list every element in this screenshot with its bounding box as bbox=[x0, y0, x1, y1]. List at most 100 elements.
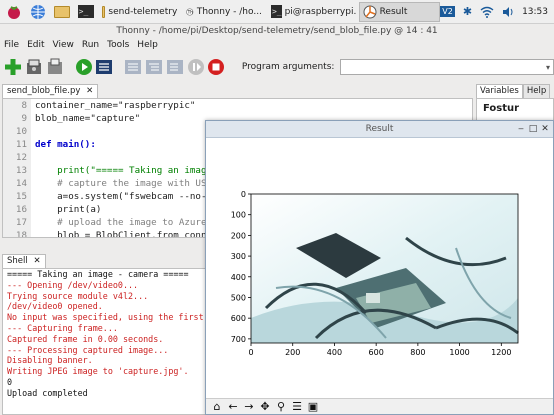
shell-line: Disabling banner. bbox=[7, 355, 93, 366]
menu-run[interactable]: Run bbox=[82, 38, 99, 52]
program-arguments-input[interactable]: ▾ bbox=[340, 59, 554, 75]
close-icon[interactable]: ✕ bbox=[539, 121, 551, 138]
close-tab-icon[interactable]: ✕ bbox=[33, 256, 40, 266]
bluetooth-icon[interactable]: ✱ bbox=[463, 5, 472, 18]
debug-button[interactable] bbox=[95, 57, 114, 77]
menu-file[interactable]: File bbox=[4, 38, 19, 52]
editor-tab[interactable]: send_blob_file.py ✕ bbox=[2, 84, 99, 98]
back-arrow-icon[interactable]: ← bbox=[226, 400, 240, 414]
camera-image bbox=[251, 194, 519, 343]
x-tick-label: 400 bbox=[327, 348, 342, 357]
minimize-icon[interactable]: ‒ bbox=[515, 121, 527, 138]
run-icon bbox=[75, 59, 92, 75]
zoom-icon[interactable]: ⚲ bbox=[274, 400, 288, 414]
debug-icon bbox=[96, 60, 113, 74]
maximize-icon[interactable]: □ bbox=[527, 121, 539, 138]
taskbar-item-result[interactable]: Result bbox=[358, 1, 441, 22]
image-plot[interactable]: 0 100 200 300 400 500 600 700 0 200 400 600 800 1000… bbox=[206, 138, 553, 398]
svg-text:Th: Th bbox=[187, 9, 194, 15]
taskbar: >_ send-telemetry Th Thonny - /ho... >_ … bbox=[0, 0, 554, 24]
shell-line: --- Processing captured image... bbox=[7, 344, 169, 355]
right-panel-tabs: Variables Help bbox=[476, 84, 551, 98]
x-tick-label: 600 bbox=[369, 348, 384, 357]
y-tick-label: 700 bbox=[231, 335, 246, 344]
resume-button[interactable] bbox=[186, 57, 205, 77]
taskbar-item-thonny[interactable]: Th Thonny - /ho... bbox=[183, 2, 265, 22]
y-tick-label: 300 bbox=[231, 252, 246, 261]
code-line: container_name="raspberrypic" bbox=[35, 100, 196, 111]
step-out-icon bbox=[166, 60, 183, 74]
terminal-small-icon: >_ bbox=[270, 5, 282, 18]
x-tick-label: 1000 bbox=[449, 348, 469, 357]
shell-output[interactable]: ===== Taking an image - camera ===== --- … bbox=[2, 268, 222, 415]
step-into-button[interactable] bbox=[144, 57, 163, 77]
stop-button[interactable] bbox=[207, 57, 226, 77]
shell-line: Captured frame in 0.00 seconds. bbox=[7, 333, 164, 344]
raspberry-menu-icon[interactable] bbox=[4, 2, 24, 22]
shell-line: 0 bbox=[7, 376, 13, 387]
x-tick-label: 800 bbox=[410, 348, 425, 357]
step-into-icon bbox=[145, 60, 162, 74]
new-file-button[interactable] bbox=[4, 57, 23, 77]
x-tick-label: 200 bbox=[285, 348, 300, 357]
tab-help[interactable]: Help bbox=[522, 84, 551, 98]
shell-line: /dev/video0 opened. bbox=[7, 301, 103, 312]
step-over-button[interactable] bbox=[123, 57, 142, 77]
shell-tab[interactable]: Shell ✕ bbox=[2, 254, 46, 268]
menu-help[interactable]: Help bbox=[137, 38, 158, 52]
chevron-down-icon[interactable]: ▾ bbox=[546, 63, 550, 72]
toolbar: Program arguments: ▾ bbox=[0, 54, 554, 80]
y-tick-label: 100 bbox=[231, 211, 246, 220]
shell-line: Trying source module v4l2... bbox=[7, 290, 149, 301]
y-tick-label: 0 bbox=[241, 190, 246, 199]
shell-line: No input was specified, using the first bbox=[7, 312, 204, 323]
panel-heading: Fostur bbox=[483, 103, 520, 114]
menu-edit[interactable]: Edit bbox=[27, 38, 44, 52]
shell-line: Writing JPEG image to 'capture.jpg'. bbox=[7, 366, 189, 377]
pan-icon[interactable]: ✥ bbox=[258, 400, 272, 414]
shell-line: Upload completed bbox=[7, 387, 88, 398]
taskbar-item-send-telemetry[interactable]: send-telemetry bbox=[99, 2, 181, 22]
y-tick-label: 200 bbox=[231, 231, 246, 240]
y-tick-label: 400 bbox=[231, 273, 246, 282]
shell-line: --- Opening /dev/video0... bbox=[7, 279, 139, 290]
run-button[interactable] bbox=[74, 57, 93, 77]
save-figure-icon[interactable]: ▣ bbox=[306, 400, 320, 414]
volume-icon[interactable] bbox=[502, 6, 514, 18]
tab-variables[interactable]: Variables bbox=[476, 84, 523, 98]
open-icon bbox=[27, 59, 42, 74]
menu-tools[interactable]: Tools bbox=[107, 38, 129, 52]
step-out-button[interactable] bbox=[165, 57, 184, 77]
thonny-icon: Th bbox=[186, 7, 194, 15]
subplots-config-icon[interactable]: ☰ bbox=[290, 400, 304, 414]
file-manager-icon[interactable] bbox=[52, 2, 72, 22]
forward-arrow-icon[interactable]: → bbox=[242, 400, 256, 414]
close-tab-icon[interactable]: ✕ bbox=[86, 86, 93, 96]
stop-icon bbox=[208, 59, 225, 75]
save-icon bbox=[48, 58, 63, 74]
shell-line: ===== Taking an image - camera ===== bbox=[7, 269, 189, 279]
matplotlib-icon bbox=[363, 5, 377, 18]
vnc-icon[interactable]: V2 bbox=[440, 6, 455, 17]
taskbar-item-terminal[interactable]: >_ pi@raspberrypi... bbox=[268, 2, 356, 22]
window-title: Thonny - /home/pi/Desktop/send-telemetry… bbox=[116, 26, 438, 36]
y-tick-label: 500 bbox=[231, 293, 246, 302]
folder-icon bbox=[101, 5, 106, 18]
menu-view[interactable]: View bbox=[53, 38, 74, 52]
system-tray: V2 ✱ 13:53 bbox=[440, 5, 554, 18]
x-tick-label: 1200 bbox=[491, 348, 511, 357]
result-title-bar[interactable]: Result ‒ □ ✕ bbox=[206, 121, 553, 138]
home-icon[interactable]: ⌂ bbox=[210, 400, 224, 414]
open-file-button[interactable] bbox=[25, 57, 44, 77]
result-window[interactable]: Result ‒ □ ✕ 0 100 200 300 400 500 600 700 0 200… bbox=[205, 120, 554, 415]
shell-line: --- Capturing frame... bbox=[7, 322, 118, 333]
plus-icon bbox=[5, 59, 22, 75]
terminal-icon[interactable]: >_ bbox=[76, 2, 96, 22]
web-browser-icon[interactable] bbox=[28, 2, 48, 22]
wifi-icon[interactable] bbox=[480, 6, 494, 18]
resume-icon bbox=[187, 59, 204, 75]
line-number-gutter: 8 9 10 11 12 13 14 15 16 17 18 bbox=[3, 99, 31, 237]
save-file-button[interactable] bbox=[46, 57, 65, 77]
clock[interactable]: 13:53 bbox=[522, 7, 548, 17]
y-axis: 0 100 200 300 400 500 600 700 bbox=[231, 190, 251, 344]
